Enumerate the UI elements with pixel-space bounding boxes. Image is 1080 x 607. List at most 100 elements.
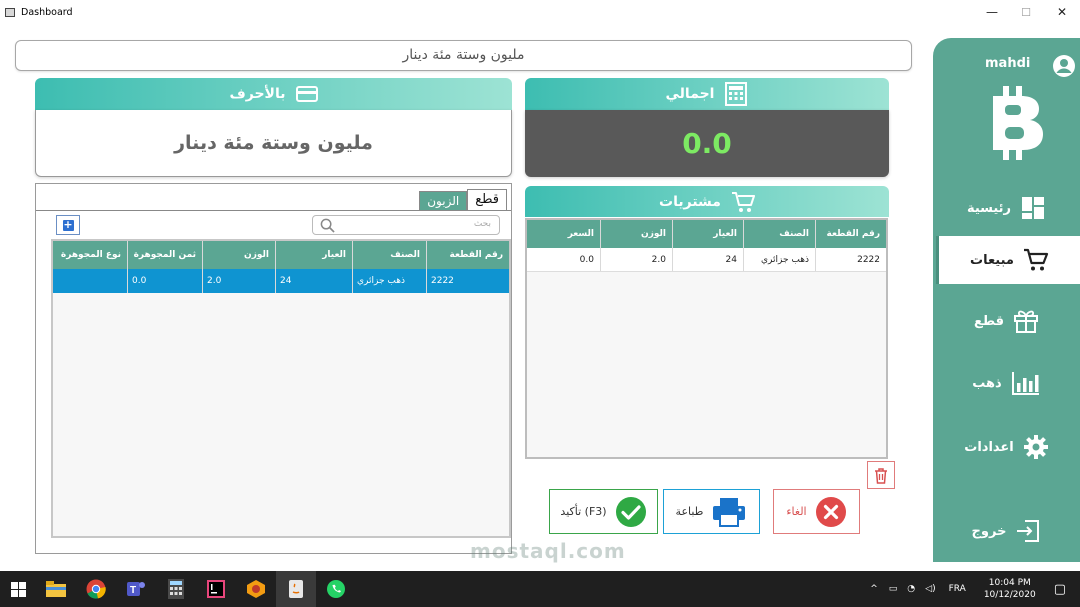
tray-chevron-icon[interactable]: ^ (870, 584, 878, 594)
sidebar-item-label: خروج (971, 523, 1007, 539)
calculator-icon (725, 82, 748, 106)
cancel-label: الغاء (786, 505, 807, 518)
user-profile[interactable]: mahdi (933, 48, 1080, 78)
windows-start-icon[interactable] (0, 571, 36, 607)
col-karat[interactable]: العيار (276, 241, 353, 269)
items-table: نوع المجوهرة ثمن المجوهرة الوزن العيار ا… (51, 239, 511, 538)
col-karat[interactable]: العيار (673, 220, 744, 248)
search-placeholder: بحث (473, 219, 491, 229)
col-piece-number[interactable]: رقم القطعة (816, 220, 886, 248)
calculator-app-icon[interactable] (156, 571, 196, 607)
gear-icon (1023, 435, 1048, 459)
cell-category: ذهب جزائري (744, 248, 816, 271)
bar-chart-icon (1011, 372, 1039, 395)
cell-price: 0.0 (527, 248, 601, 271)
file-explorer-icon[interactable] (36, 571, 76, 607)
table-row[interactable]: 0.0 2.0 24 ذهب جزائري 2222 (53, 269, 509, 293)
cell-weight: 2.0 (601, 248, 673, 271)
print-label: طباعة (675, 505, 704, 518)
delete-button[interactable] (867, 461, 895, 489)
cell-jewelry-type (53, 269, 128, 293)
logout-icon (1017, 520, 1040, 542)
language-indicator[interactable]: FRA (949, 584, 966, 594)
purchases-table: السعر الوزن العيار الصنف رقم القطعة 0.0 … (525, 218, 888, 459)
search-icon (320, 218, 335, 233)
cancel-button[interactable]: الغاء (773, 489, 860, 534)
sidebar-item-label: مبيعات (970, 252, 1014, 268)
total-value: 0.0 (525, 110, 889, 177)
tab-customer[interactable]: الزبون (419, 191, 468, 210)
notification-icon[interactable]: ▢ (1054, 582, 1066, 597)
cell-karat: 24 (276, 269, 353, 293)
sidebar-item-label: قطع (973, 313, 1005, 329)
sidebar-item-logout[interactable]: خروج (933, 507, 1080, 555)
svg-text:T: T (130, 585, 136, 596)
sidebar-item-gold[interactable]: ذهب (933, 359, 1080, 407)
add-item-button[interactable]: + (56, 215, 80, 235)
chrome-icon[interactable] (76, 571, 116, 607)
confirm-button[interactable]: تأكيد (F3) (549, 489, 658, 534)
cell-category: ذهب جزائري (353, 269, 427, 293)
maximize-button[interactable]: ☐ (1006, 0, 1046, 24)
network-icon[interactable]: ◔ (907, 584, 915, 594)
whatsapp-icon[interactable] (316, 571, 356, 607)
app-icon[interactable] (236, 571, 276, 607)
close-window-button[interactable]: ✕ (1042, 0, 1080, 24)
confirm-label: تأكيد (F3) (560, 505, 607, 518)
items-panel: الزبون قطع + بحث نوع المجوهرة ثمن المجوه… (35, 183, 512, 554)
sidebar-item-home[interactable]: رئيسية (933, 184, 1080, 232)
check-circle-icon (615, 496, 646, 527)
col-weight[interactable]: الوزن (601, 220, 673, 248)
col-piece-number[interactable]: رقم القطعة (427, 241, 509, 269)
volume-icon[interactable]: ◁) (925, 584, 935, 594)
words-card-title: بالأحرف (229, 86, 286, 102)
search-input[interactable]: بحث (312, 215, 500, 235)
shopping-cart-icon (731, 191, 755, 212)
taskbar: T ^ ▭ ◔ ◁) FRA 10:04 PM 10/12/2020 ▢ (0, 571, 1080, 607)
amount-text-field[interactable]: مليون وستة مئة دينار (15, 40, 912, 71)
purchases-table-header: السعر الوزن العيار الصنف رقم القطعة (527, 220, 886, 248)
intellij-icon[interactable] (196, 571, 236, 607)
sidebar-item-label: ذهب (972, 375, 1002, 391)
sidebar-item-settings[interactable]: اعدادات (933, 423, 1080, 471)
col-jewelry-price[interactable]: ثمن المجوهرة (128, 241, 203, 269)
printer-icon (713, 497, 746, 527)
sidebar-item-sales[interactable]: مبيعات (936, 236, 1080, 284)
watermark: mostaql.com (470, 539, 626, 563)
sidebar-item-pieces[interactable]: قطع (933, 297, 1080, 345)
col-weight[interactable]: الوزن (203, 241, 276, 269)
items-table-header: نوع المجوهرة ثمن المجوهرة الوزن العيار ا… (53, 241, 509, 269)
col-category[interactable]: الصنف (353, 241, 427, 269)
tab-items[interactable]: قطع (467, 189, 507, 210)
username: mahdi (985, 56, 1031, 71)
table-row[interactable]: 0.0 2.0 24 ذهب جزائري 2222 (527, 248, 886, 272)
cell-piece-number: 2222 (857, 254, 880, 265)
purchases-card-title: مشتريات (659, 193, 721, 210)
cart-icon (1023, 248, 1049, 271)
cell-weight: 2.0 (203, 269, 276, 293)
tab-bar: الزبون قطع (419, 189, 507, 210)
total-card-title: اجمالي (665, 86, 715, 102)
words-card-header: بالأحرف (35, 78, 512, 110)
clock-time: 10:04 PM (988, 578, 1031, 588)
clock[interactable]: 10:04 PM 10/12/2020 (984, 577, 1036, 601)
system-tray: ^ ▭ ◔ ◁) FRA 10:04 PM 10/12/2020 ▢ (864, 571, 1080, 607)
col-category[interactable]: الصنف (744, 220, 816, 248)
bitcoin-logo-icon (993, 86, 1043, 160)
trash-icon (875, 467, 887, 484)
app-body: مليون وستة مئة دينار بالأحرف مليون وستة … (0, 24, 1080, 571)
credit-card-icon (295, 86, 318, 102)
cell-jewelry-price: 0.0 (128, 269, 203, 293)
tab-divider (36, 210, 511, 211)
battery-icon[interactable]: ▭ (889, 584, 898, 594)
cell-karat: 24 (673, 248, 744, 271)
sidebar-item-label: اعدادات (964, 439, 1014, 455)
teams-icon[interactable]: T (116, 571, 156, 607)
print-button[interactable]: طباعة (663, 489, 760, 534)
col-jewelry-type[interactable]: نوع المجوهرة (53, 241, 128, 269)
col-price[interactable]: السعر (527, 220, 601, 248)
sidebar-item-label: رئيسية (966, 200, 1012, 216)
java-icon[interactable] (276, 571, 316, 607)
title-bar: Dashboard — ☐ ✕ (0, 0, 1080, 24)
dashboard-icon (1022, 197, 1045, 219)
